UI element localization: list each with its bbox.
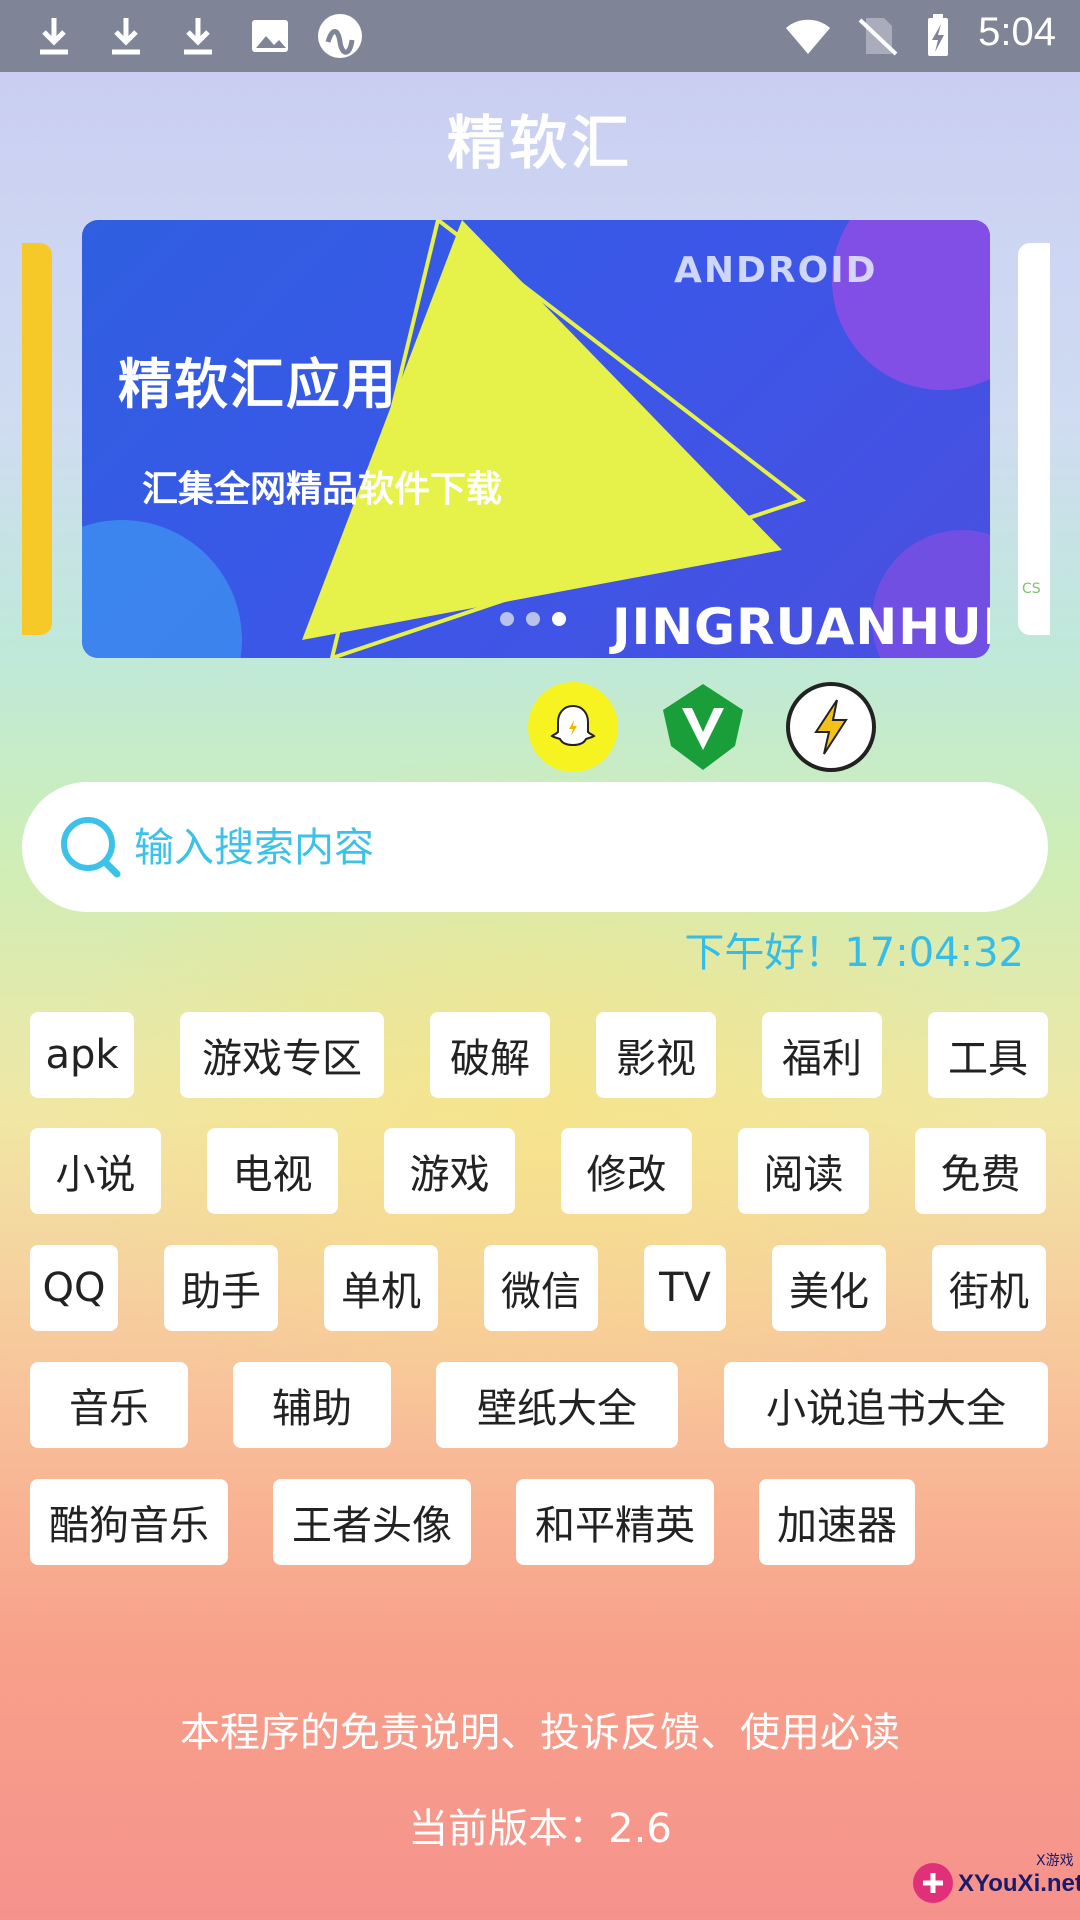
tag-chip[interactable]: 电视	[207, 1128, 338, 1214]
download-icon	[112, 18, 140, 55]
tag-chip[interactable]: 助手	[164, 1245, 278, 1331]
next-slide-fragment: CS	[1022, 581, 1041, 597]
carousel-next-slide[interactable]: CS	[1018, 243, 1050, 635]
tag-chip[interactable]: 音乐	[30, 1362, 188, 1448]
tag-chip[interactable]: 影视	[596, 1012, 716, 1098]
carousel-dot-active[interactable]	[552, 612, 566, 626]
tag-chip[interactable]: 游戏专区	[180, 1012, 384, 1098]
image-icon	[252, 20, 288, 52]
tag-chip[interactable]: 街机	[932, 1245, 1046, 1331]
download-icon	[40, 18, 68, 55]
tag-chip[interactable]: 阅读	[738, 1128, 869, 1214]
gamepad-logo	[913, 1863, 953, 1903]
tag-chip[interactable]: 工具	[928, 1012, 1048, 1098]
v-icon	[663, 684, 743, 770]
no-sim-icon	[858, 18, 898, 56]
tag-chip[interactable]: 福利	[762, 1012, 882, 1098]
tag-chip[interactable]: 免费	[915, 1128, 1046, 1214]
search-bar[interactable]	[22, 782, 1048, 912]
banner-android-label: ANDROID	[674, 250, 878, 291]
greeting-clock: 下午好！17:04:32	[684, 930, 1024, 976]
disclaimer-link[interactable]: 本程序的免责说明、投诉反馈、使用必读	[0, 1700, 1080, 1758]
tag-chip[interactable]: 微信	[484, 1245, 598, 1331]
banner-carousel[interactable]: ANDROID 精软汇应用 汇集全网精品软件下载 JINGRUANHUI	[82, 220, 990, 658]
tag-chip[interactable]: QQ	[30, 1245, 118, 1331]
carousel-indicator	[500, 612, 566, 626]
tag-chip[interactable]: 酷狗音乐	[30, 1479, 228, 1565]
tag-chip[interactable]: 辅助	[233, 1362, 391, 1448]
tag-chip[interactable]: 加速器	[759, 1479, 915, 1565]
tag-chip[interactable]: 修改	[561, 1128, 692, 1214]
status-bar: 5:04	[0, 0, 1080, 72]
watermark-cn: X游戏	[1036, 1853, 1074, 1869]
tag-chip[interactable]: 王者头像	[273, 1479, 471, 1565]
download-icon	[184, 18, 212, 55]
clock: 5:04	[978, 10, 1056, 54]
app-icon	[318, 14, 362, 58]
tag-chip[interactable]: 单机	[324, 1245, 438, 1331]
lightning-icon	[814, 699, 848, 755]
carousel-dot[interactable]	[526, 612, 540, 626]
banner-subtitle: 汇集全网精品软件下载	[142, 469, 503, 510]
tag-chip[interactable]: TV	[644, 1245, 726, 1331]
search-input[interactable]	[132, 812, 996, 884]
tag-chip[interactable]: 游戏	[384, 1128, 515, 1214]
version-label: 当前版本：2.6	[408, 1806, 672, 1852]
tag-chip[interactable]: 小说	[30, 1128, 161, 1214]
tag-chip[interactable]: 和平精英	[516, 1479, 714, 1565]
banner-title: 精软汇应用	[118, 353, 398, 416]
tag-chip[interactable]: 美化	[772, 1245, 886, 1331]
tag-chip[interactable]: apk	[30, 1012, 134, 1098]
booster-app-shortcut[interactable]	[786, 682, 876, 772]
v-app-shortcut[interactable]	[658, 682, 748, 772]
carousel-dot[interactable]	[500, 612, 514, 626]
site-watermark: XYouXi.net X游戏	[906, 1848, 1080, 1912]
watermark-text: XYouXi.net	[958, 1870, 1080, 1897]
tag-chip[interactable]: 壁纸大全	[436, 1362, 678, 1448]
ghost-icon	[550, 704, 596, 747]
page-title: 精软汇	[446, 109, 633, 177]
battery-charging-icon	[928, 14, 948, 56]
tag-chip[interactable]: 破解	[430, 1012, 550, 1098]
search-icon[interactable]	[58, 814, 124, 880]
banner-brand: JINGRUANHUI	[612, 598, 990, 656]
ghost-app-shortcut[interactable]	[528, 682, 618, 772]
carousel-prev-slide[interactable]	[22, 243, 52, 635]
tag-chip[interactable]: 小说追书大全	[724, 1362, 1048, 1448]
wifi-icon	[786, 19, 830, 54]
